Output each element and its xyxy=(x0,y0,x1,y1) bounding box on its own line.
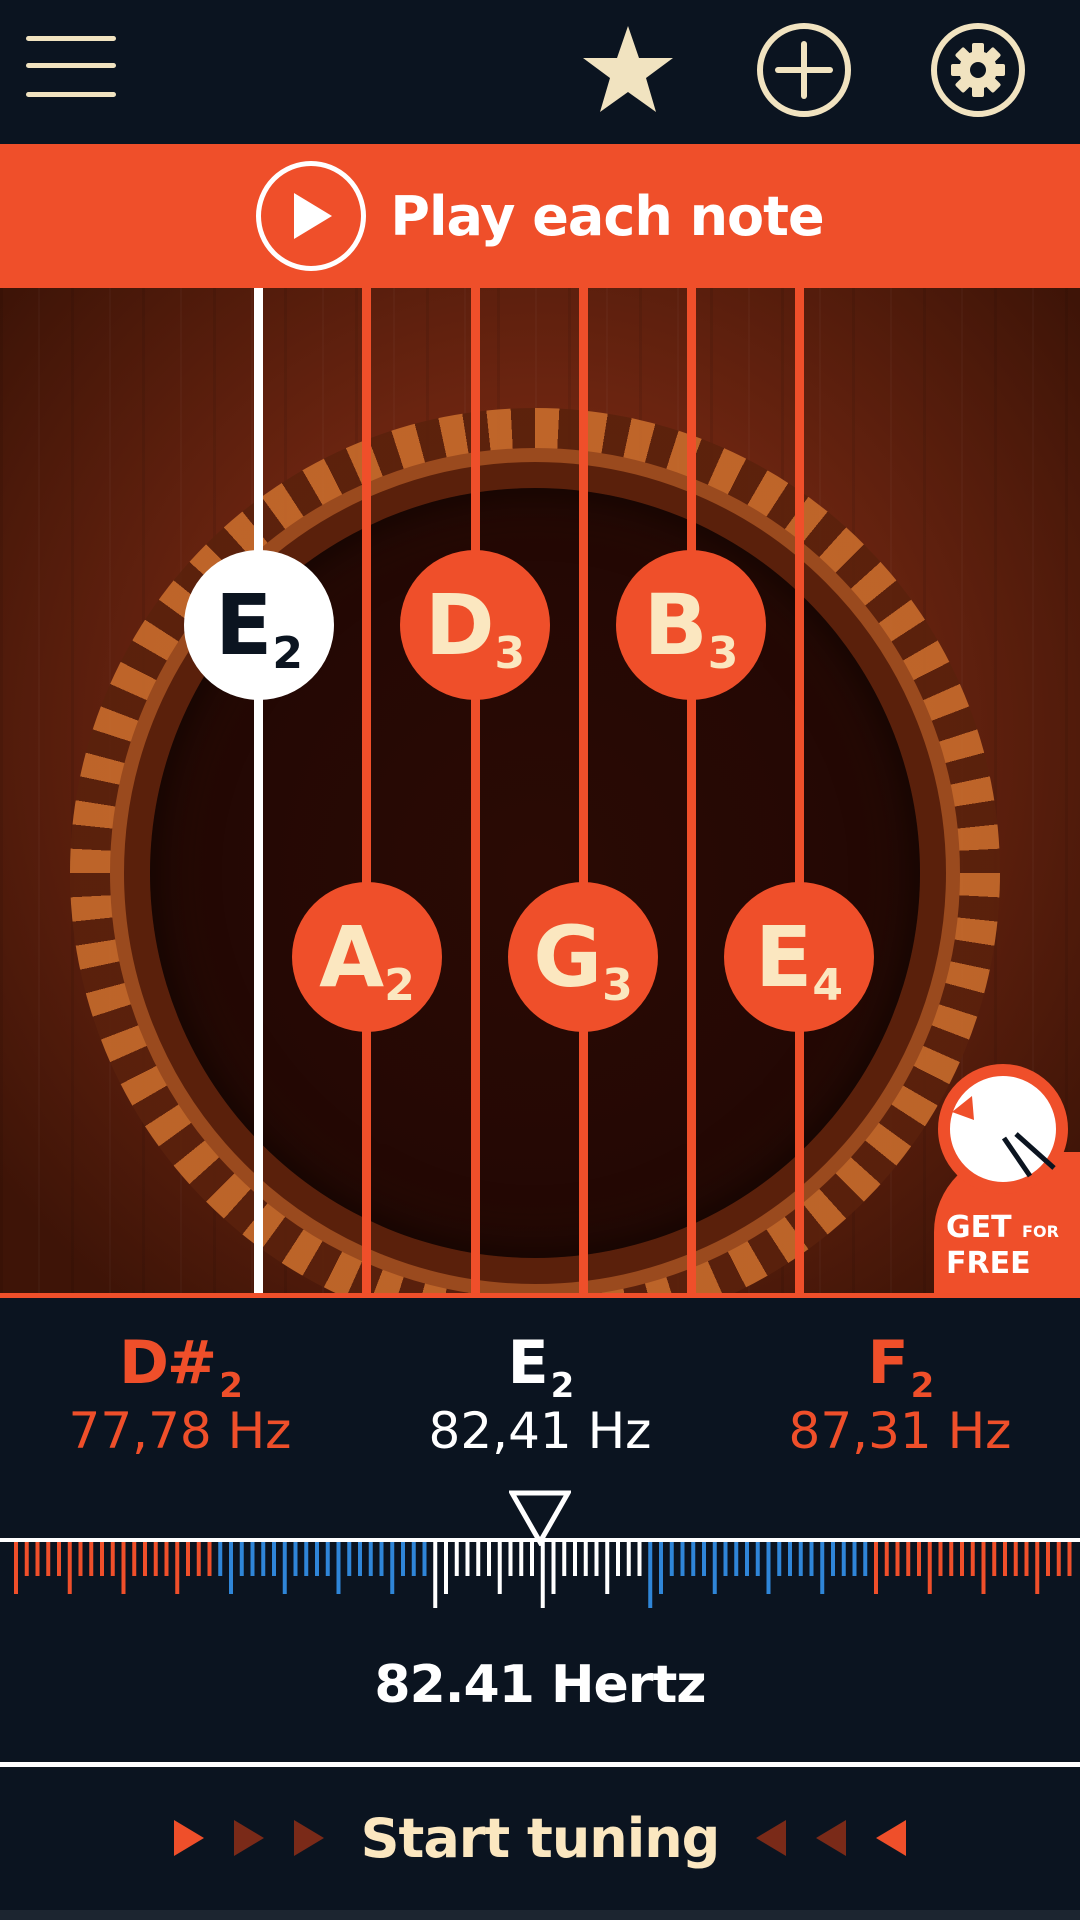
scale-ticks xyxy=(14,1542,1072,1608)
note-letter: B xyxy=(643,576,708,674)
string-1[interactable] xyxy=(254,288,263,1298)
note-button-e2[interactable]: E2 xyxy=(184,550,334,700)
string-2[interactable] xyxy=(362,288,371,1298)
lower-note-frequency: 77,78 Hz xyxy=(68,1402,292,1460)
arrow-left-icon xyxy=(756,1820,787,1856)
note-button-a2[interactable]: A2 xyxy=(292,882,442,1032)
lower-note-octave: 2 xyxy=(219,1366,243,1406)
note-info-panel: D# 2 77,78 Hz E2 82,41 Hz F2 87,31 Hz xyxy=(0,1298,1080,1498)
string-5[interactable] xyxy=(687,288,696,1298)
gear-icon[interactable] xyxy=(930,22,1026,118)
tuning-scale xyxy=(0,1490,1080,1620)
bottom-strip xyxy=(0,1910,1080,1920)
lower-note-info: D# 2 77,78 Hz xyxy=(30,1328,330,1460)
promo-drum-icon xyxy=(938,1064,1068,1194)
play-each-note-button[interactable]: Play each note xyxy=(0,144,1080,288)
promo-line1: GET xyxy=(946,1210,1012,1245)
play-circle-icon xyxy=(256,161,367,271)
higher-note-letter: F xyxy=(867,1328,909,1398)
promo-line2: FREE xyxy=(946,1246,1031,1281)
note-octave: 3 xyxy=(494,627,526,679)
arrow-right-icon xyxy=(293,1820,324,1856)
current-note-octave: 2 xyxy=(550,1366,575,1406)
guitar-string-panel: E2 A2 D3 G3 B3 E4 xyxy=(0,288,1080,1298)
current-note-info: E2 82,41 Hz xyxy=(390,1328,690,1460)
start-tuning-button[interactable]: Start tuning xyxy=(0,1768,1080,1908)
higher-note-name: F2 xyxy=(750,1328,1050,1406)
note-octave: 3 xyxy=(707,627,739,679)
get-for-free-promo[interactable]: GET FOR FREE xyxy=(934,1062,1080,1298)
note-octave: 2 xyxy=(272,627,303,679)
promo-text: GET FOR FREE xyxy=(946,1212,1059,1280)
higher-note-frequency: 87,31 Hz xyxy=(788,1402,1012,1460)
hamburger-menu-icon[interactable] xyxy=(22,30,120,104)
string-6[interactable] xyxy=(795,288,804,1298)
star-icon[interactable] xyxy=(580,22,676,118)
note-button-e4[interactable]: E4 xyxy=(724,882,874,1032)
top-toolbar xyxy=(0,0,1080,144)
plus-circle-icon[interactable] xyxy=(756,22,852,118)
note-button-g3[interactable]: G3 xyxy=(508,882,658,1032)
string-3[interactable] xyxy=(471,288,480,1298)
note-octave: 4 xyxy=(812,959,843,1011)
note-button-b3[interactable]: B3 xyxy=(616,550,766,700)
start-tuning-label: Start tuning xyxy=(360,1806,721,1870)
arrow-left-icon xyxy=(876,1820,907,1856)
higher-note-octave: 2 xyxy=(910,1366,935,1406)
note-octave: 3 xyxy=(602,959,633,1011)
note-button-d3[interactable]: D3 xyxy=(400,550,550,700)
arrow-right-icon xyxy=(233,1820,264,1856)
current-note-letter: E xyxy=(507,1328,549,1398)
frequency-readout: 82.41 Hertz xyxy=(374,1655,706,1715)
higher-note-info: F2 87,31 Hz xyxy=(750,1328,1050,1460)
divider xyxy=(0,1762,1080,1767)
note-letter: A xyxy=(319,908,384,1006)
lower-note-name: D# 2 xyxy=(30,1328,330,1406)
current-note-name: E2 xyxy=(390,1328,690,1406)
lower-note-letter: D# xyxy=(119,1328,217,1398)
note-octave: 2 xyxy=(384,959,415,1011)
arrow-right-icon xyxy=(173,1820,204,1856)
note-letter: G xyxy=(533,908,602,1006)
note-letter: E xyxy=(214,576,272,674)
note-letter: D xyxy=(424,576,495,674)
note-letter: E xyxy=(754,908,812,1006)
string-4[interactable] xyxy=(579,288,588,1298)
current-note-frequency: 82,41 Hz xyxy=(428,1402,652,1460)
arrow-left-icon xyxy=(816,1820,847,1856)
promo-line1-small: FOR xyxy=(1022,1222,1059,1241)
play-each-note-label: Play each note xyxy=(390,184,824,248)
